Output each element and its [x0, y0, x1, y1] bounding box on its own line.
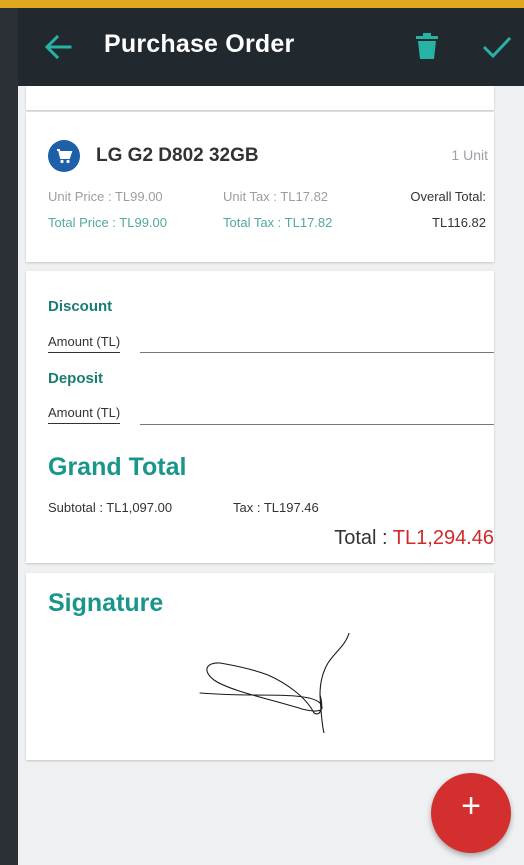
trash-icon[interactable]: [416, 33, 438, 59]
total-price: Total Price : TL99.00: [48, 215, 167, 230]
toolbar: Purchase Order: [18, 8, 524, 86]
grand-total-line: Total : TL1,294.46: [334, 527, 494, 550]
unit-tax: Unit Tax : TL17.82: [223, 189, 329, 204]
signature-title: Signature: [48, 589, 164, 617]
item-name: LG G2 D802 32GB: [96, 145, 259, 166]
previous-item-card: [26, 86, 494, 110]
deposit-amount-input[interactable]: [140, 424, 494, 425]
tax-total: Tax : TL197.46: [233, 500, 319, 515]
page-title: Purchase Order: [104, 30, 295, 58]
total-amount: TL1,294.46: [392, 527, 494, 549]
plus-icon: +: [461, 787, 481, 825]
total-label: Total :: [334, 527, 393, 549]
total-tax: Total Tax : TL17.82: [223, 215, 333, 230]
item-quantity: 1 Unit: [451, 147, 488, 163]
deposit-amount-label: Amount (TL): [48, 405, 121, 424]
discount-amount-label: Amount (TL): [48, 334, 121, 353]
status-bar: [0, 0, 524, 8]
order-item-card[interactable]: LG G2 D802 32GB 1 Unit Unit Price : TL99…: [26, 112, 494, 262]
purchase-order-screen: Purchase Order LG G2 D802 32GB 1 Unit Un…: [18, 8, 524, 865]
unit-price: Unit Price : TL99.00: [48, 189, 163, 204]
check-icon[interactable]: [482, 35, 512, 59]
deposit-label: Deposit: [48, 370, 104, 387]
subtotal: Subtotal : TL1,097.00: [48, 500, 173, 515]
grand-total-title: Grand Total: [48, 453, 187, 481]
overall-total-value: TL116.82: [432, 215, 486, 230]
signature-card[interactable]: Signature: [26, 573, 494, 760]
overall-total-label: Overall Total:: [410, 189, 486, 204]
side-panel-edge: [0, 8, 18, 865]
signature-drawing: [199, 633, 350, 734]
arrow-left-icon[interactable]: [44, 34, 72, 60]
discount-label: Discount: [48, 298, 113, 315]
totals-card: Discount Amount (TL) Deposit Amount (TL)…: [26, 271, 494, 563]
add-button[interactable]: +: [431, 773, 511, 853]
shopping-cart-icon: [48, 140, 80, 172]
discount-amount-input[interactable]: [140, 352, 494, 353]
